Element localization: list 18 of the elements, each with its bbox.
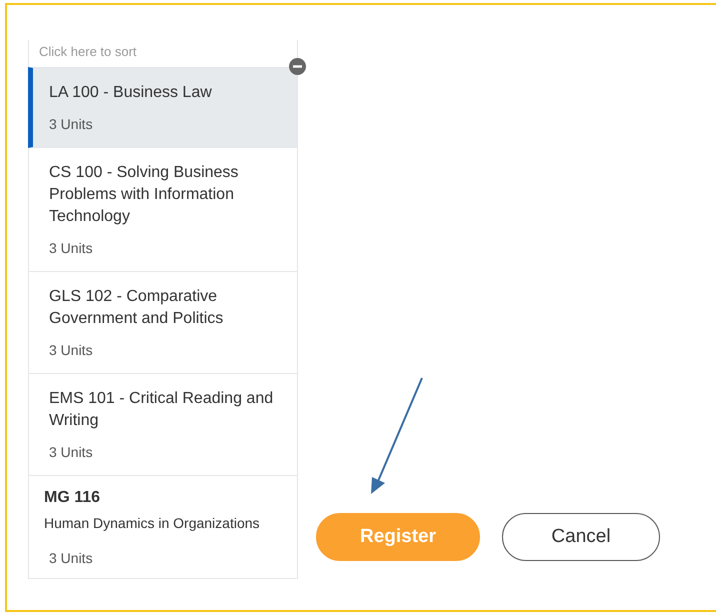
course-code: MG 116 xyxy=(44,488,102,508)
remove-icon[interactable] xyxy=(289,58,306,75)
units-label: 3 Units xyxy=(49,115,94,134)
units-label: 3 Units xyxy=(49,239,94,258)
course-title: EMS 101 - Critical Reading and Writing xyxy=(49,389,274,431)
course-title: LA 100 - Business Law xyxy=(49,83,213,103)
course-item[interactable]: GLS 102 - Comparative Government and Politics 3 Units xyxy=(28,272,298,374)
course-title: CS 100 - Solving Business Problems with Information Technology xyxy=(49,163,240,227)
course-title: Human Dynamics in Organizations xyxy=(44,514,261,532)
course-item[interactable]: MG 116 Human Dynamics in Organizations 3 Units xyxy=(28,476,298,579)
units-label: 3 Units xyxy=(49,341,94,360)
course-item[interactable]: CS 100 - Solving Business Problems with Information Technology 3 Units xyxy=(28,148,298,272)
course-item[interactable]: EMS 101 - Critical Reading and Writing 3 Units xyxy=(28,374,298,476)
course-title: GLS 102 - Comparative Government and Politics xyxy=(49,287,224,329)
course-item[interactable]: LA 100 - Business Law 3 Units xyxy=(28,67,298,148)
units-label: 3 Units xyxy=(49,443,94,462)
units-label: 3 Units xyxy=(49,549,94,568)
cancel-button[interactable]: Cancel xyxy=(502,513,660,561)
